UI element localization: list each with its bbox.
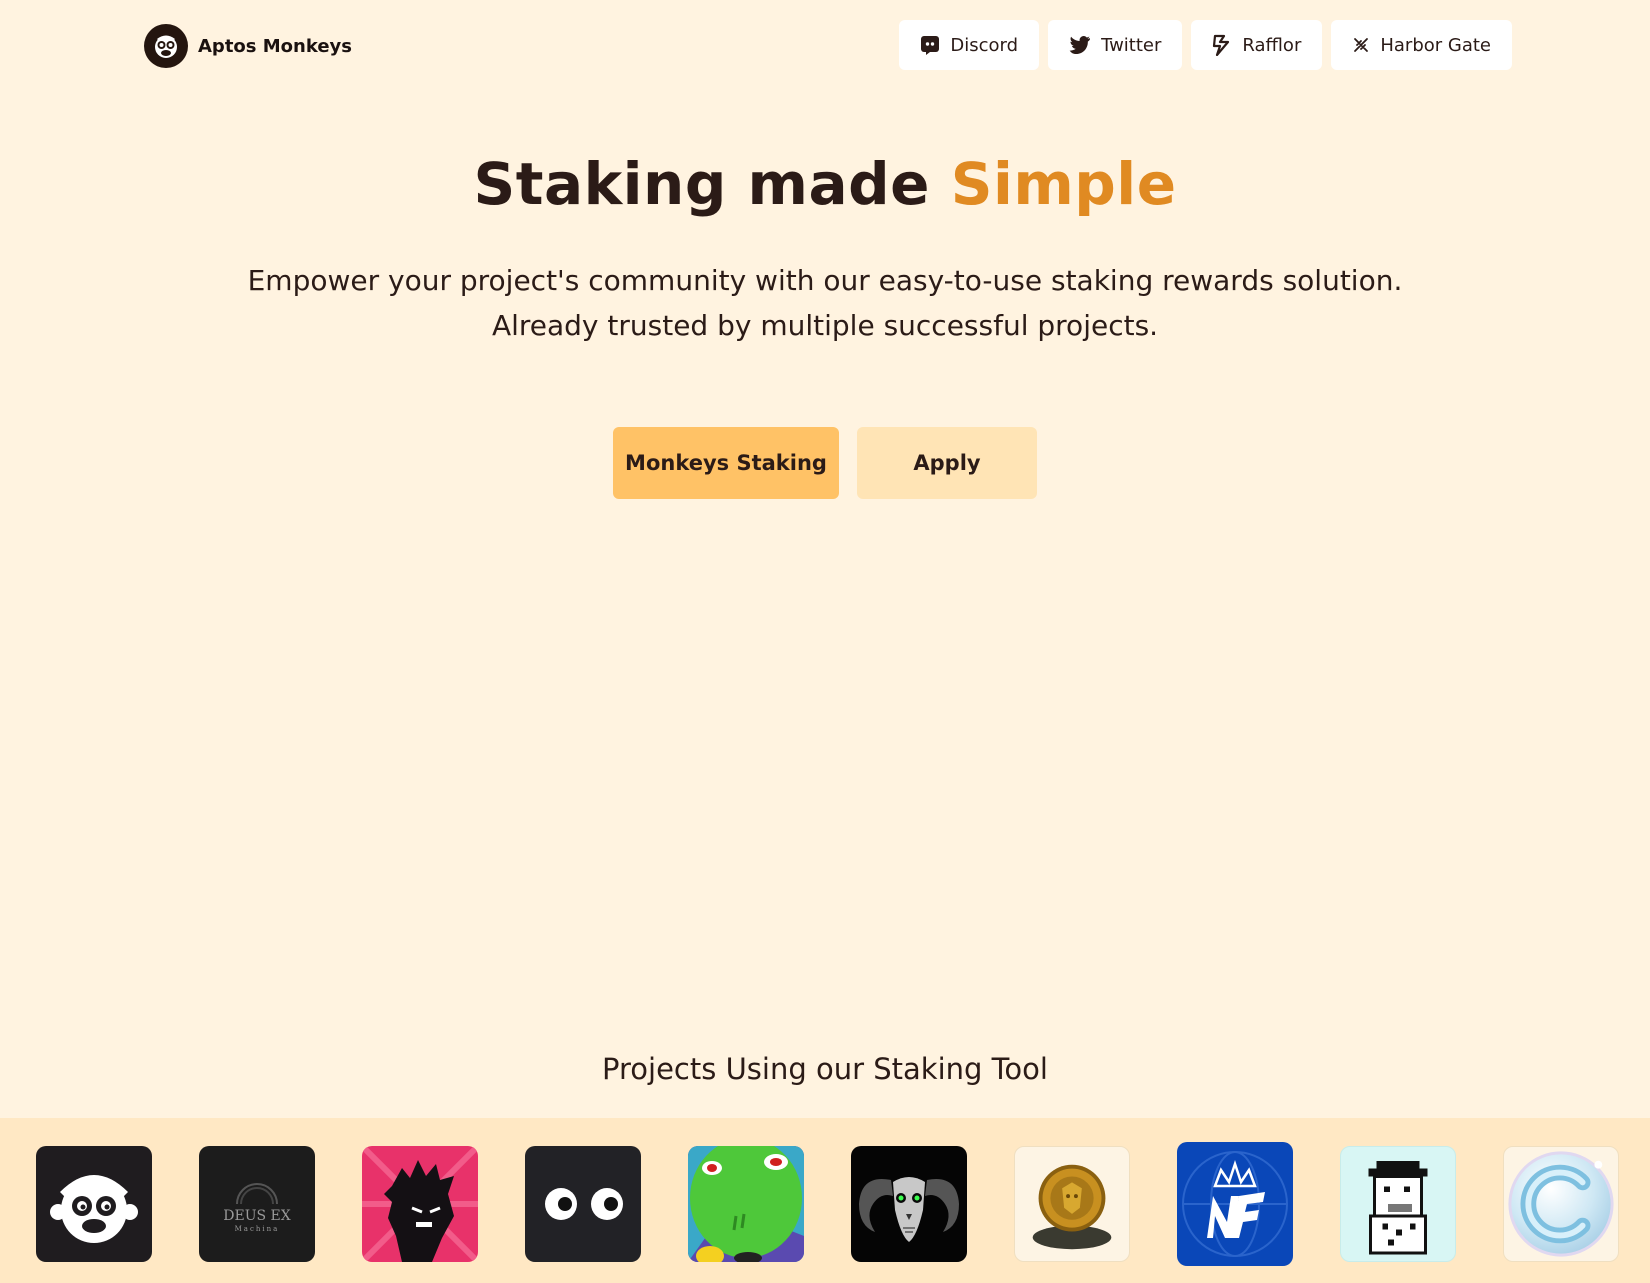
angry-silhouette-logo[interactable] — [362, 1146, 478, 1262]
deus-ex-text: DEUS EX — [223, 1208, 291, 1224]
monkey-logo-icon — [144, 24, 188, 68]
hero-title-main: Staking made — [473, 150, 930, 218]
ram-skull-logo[interactable] — [851, 1146, 967, 1262]
rafflor-link[interactable]: Rafflor — [1191, 20, 1323, 70]
deus-ex-machina-logo[interactable]: DEUS EX Machina — [199, 1146, 315, 1262]
hero-subtitle-line-2: Already trusted by multiple successful p… — [491, 309, 1159, 342]
apply-button[interactable]: Apply — [857, 427, 1037, 499]
machina-text: Machina — [234, 1225, 280, 1233]
hero-subtitle-line-1: Empower your project's community with ou… — [247, 264, 1403, 297]
brand-name: Aptos Monkeys — [198, 35, 353, 57]
discord-label: Discord — [950, 34, 1019, 56]
gold-coin-logo[interactable] — [1014, 1146, 1130, 1262]
twitter-label: Twitter — [1101, 34, 1162, 56]
hero-title: Staking made Simple — [0, 150, 1650, 218]
green-monster-logo[interactable] — [688, 1146, 804, 1262]
header: Aptos Monkeys Discord Twitter Rafflor Ha… — [0, 0, 1650, 92]
page: Aptos Monkeys Discord Twitter Rafflor Ha… — [0, 0, 1650, 1283]
top-nav: Discord Twitter Rafflor Harbor Gate — [899, 20, 1512, 70]
hero-title-accent: Simple — [950, 150, 1177, 218]
brand-home-link[interactable]: Aptos Monkeys — [144, 24, 352, 68]
harbor-gate-label: Harbor Gate — [1380, 34, 1491, 56]
discord-link[interactable]: Discord — [899, 20, 1040, 70]
googly-eyes-logo[interactable] — [525, 1146, 641, 1262]
cta-group: Monkeys Staking Apply — [0, 427, 1650, 499]
rafflor-icon — [1212, 34, 1232, 56]
projects-logo-strip: DEUS EX Machina — [0, 1118, 1650, 1283]
twitter-link[interactable]: Twitter — [1048, 20, 1183, 70]
discord-icon — [920, 35, 940, 55]
aptos-monkeys-logo[interactable] — [36, 1146, 152, 1262]
pixel-character-logo[interactable] — [1340, 1146, 1456, 1262]
projects-logo-list: DEUS EX Machina — [36, 1142, 1619, 1266]
hero-subtitle: Empower your project's community with ou… — [0, 258, 1650, 348]
harbor-gate-link[interactable]: Harbor Gate — [1331, 20, 1512, 70]
twitter-icon — [1069, 36, 1091, 54]
chrome-c-logo[interactable] — [1503, 1146, 1619, 1262]
nf-crown-logo[interactable] — [1177, 1142, 1293, 1266]
rafflor-label: Rafflor — [1242, 34, 1302, 56]
projects-section-title: Projects Using our Staking Tool — [602, 1052, 1048, 1086]
monkeys-staking-button[interactable]: Monkeys Staking — [613, 427, 839, 499]
harbor-gate-icon — [1352, 36, 1370, 54]
